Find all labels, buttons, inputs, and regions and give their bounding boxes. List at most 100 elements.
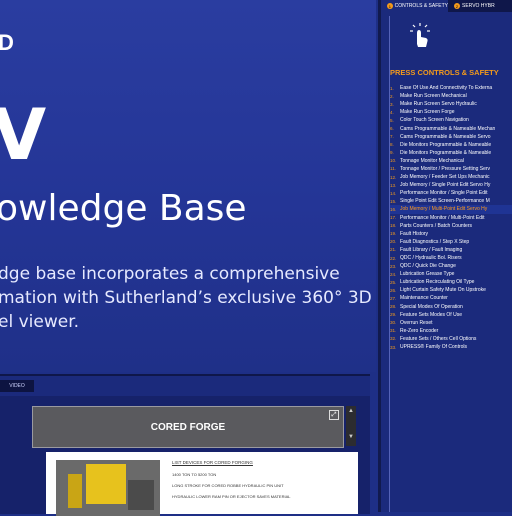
controls-list-item[interactable]: 1. Ease Of Use And Connectivity To Extern… (390, 84, 512, 92)
viewer-pane: CORED FORGE ⤢ ▲ ▼ LIST DEVICES FOR CORED… (0, 396, 370, 516)
list-item-number: 19. (390, 231, 397, 237)
controls-list-item[interactable]: 23. QDC / Quick Die Change (390, 262, 512, 270)
list-item-number: 2. (390, 93, 394, 99)
list-item-label: Fault History (400, 230, 429, 237)
hero-description-line: el viewer. (0, 312, 80, 332)
viewer-scrollbar[interactable]: ▲ ▼ (346, 406, 356, 446)
controls-list-item[interactable]: 33. UPRESS® Family Of Controls (390, 343, 512, 351)
list-item-label: Single Point Edit Screen-Performance M (400, 198, 490, 205)
controls-list-item[interactable]: 17. Performance Monitor / Multi-Point Edi… (390, 214, 512, 222)
controls-list-item[interactable]: 8. Die Monitors Programmable & Nameable (390, 141, 512, 149)
controls-list-item[interactable]: 18. Parts Counters / Batch Counters (390, 222, 512, 230)
list-item-number: 18. (390, 223, 397, 229)
controls-list-item[interactable]: 3. Make Run Screen Servo Hydraulic (390, 100, 512, 108)
list-item-label: Light Curtain Safety Mute On Upstroke (400, 287, 486, 294)
controls-list-item[interactable]: 21. Fault Library / Fault Imaging (390, 246, 512, 254)
list-item-label: Overrun Reset (400, 319, 433, 326)
list-item-number: 15. (390, 198, 397, 204)
scroll-down-icon[interactable]: ▼ (346, 432, 356, 442)
controls-list-item[interactable]: 25. Lubrication Recirculating Oil Type (390, 278, 512, 286)
list-item-label: Lubrication Recirculating Oil Type (400, 279, 475, 286)
controls-list-item[interactable]: 14. Performance Monitor / Single Point Ed… (390, 189, 512, 197)
viewer-tab[interactable]: VIDEO (0, 380, 34, 392)
controls-list-item[interactable]: 29. Feature Sets Modes Of Use (390, 311, 512, 319)
list-item-number: 1. (390, 85, 394, 91)
controls-list-item[interactable]: 30. Overrun Reset (390, 319, 512, 327)
list-item-label: Job Memory / Feeder Set Ups Mechanic (400, 174, 490, 181)
expand-icon[interactable]: ⤢ (329, 410, 339, 420)
scroll-up-icon[interactable]: ▲ (346, 406, 356, 416)
list-item-label: Cams Programmable & Nameable Servo (400, 133, 491, 140)
controls-list-item[interactable]: 13. Job Memory / Single Point Edit Servo … (390, 181, 512, 189)
controls-list-item[interactable]: 22. QDC / Hydraulic Bol. Risers (390, 254, 512, 262)
controls-list-item[interactable]: 24. Lubrication Grease Type (390, 270, 512, 278)
controls-list-item[interactable]: 31. Re-Zero Encoder (390, 327, 512, 335)
controls-list-item[interactable]: 4. Make Run Screen Forge (390, 108, 512, 116)
document-bullet: HYDRAULIC LOWER RAM PIN OR EJECTOR SAVES… (172, 494, 291, 499)
list-item-number: 23. (390, 263, 397, 269)
list-item-label: Performance Monitor / Single Point Edit (400, 190, 488, 197)
list-item-number: 30. (390, 320, 397, 326)
list-item-label: Maintenance Counter (400, 295, 448, 302)
document-bullet: 1400 TON TO 5200 TON (172, 472, 217, 477)
list-item-number: 25. (390, 279, 397, 285)
controls-list-item[interactable]: 26. Light Curtain Safety Mute On Upstroke (390, 286, 512, 294)
controls-list-item[interactable]: 11. Tonnage Monitor / Pressure Setting Se… (390, 165, 512, 173)
list-item-label: Fault Library / Fault Imaging (400, 246, 463, 253)
tab-label: CONTROLS & SAFETY (394, 3, 448, 9)
panel-tabs: 1 CONTROLS & SAFETY 2 SERVO HYBR (381, 0, 512, 12)
controls-list-item[interactable]: 7. Cams Programmable & Nameable Servo (390, 133, 512, 141)
tab-label: SERVO HYBR (462, 3, 495, 9)
hero-description: dge base incorporates a comprehensive ma… (0, 262, 376, 334)
list-item-number: 12. (390, 174, 397, 180)
tab-number-badge: 1 (387, 3, 393, 9)
controls-list-item[interactable]: 20. Fault Diagnostics / Step X Step (390, 238, 512, 246)
list-item-number: 4. (390, 109, 394, 115)
controls-list-item[interactable]: 12. Job Memory / Feeder Set Ups Mechanic (390, 173, 512, 181)
list-item-label: Feature Sets Modes Of Use (400, 311, 462, 318)
tab-number-badge: 2 (454, 3, 460, 9)
list-item-number: 17. (390, 215, 397, 221)
list-item-number: 28. (390, 304, 397, 310)
list-item-number: 22. (390, 255, 397, 261)
list-item-label: Die Monitors Programmable & Nameable (400, 149, 492, 156)
hero-section: D V owledge Base dge base incorporates a… (0, 0, 376, 372)
controls-panel: 1 CONTROLS & SAFETY 2 SERVO HYBR PRESS C… (378, 0, 512, 512)
controls-list-item[interactable]: 27. Maintenance Counter (390, 294, 512, 302)
tab-servo-hybrid[interactable]: 2 SERVO HYBR (448, 0, 512, 12)
viewer-section: VIDEO CORED FORGE ⤢ ▲ ▼ LIST DEVICES FOR… (0, 374, 370, 516)
controls-list-item[interactable]: 19. Fault History (390, 230, 512, 238)
document-preview: LIST DEVICES FOR CORED FORGING 1400 TON … (46, 452, 358, 516)
list-item-label: UPRESS® Family Of Controls (400, 344, 468, 351)
controls-list-item[interactable]: 5. Color Touch Screen Navigation (390, 116, 512, 124)
list-item-number: 11. (390, 166, 397, 172)
controls-list-item[interactable]: 15. Single Point Edit Screen-Performance … (390, 197, 512, 205)
panel-heading: PRESS CONTROLS & SAFETY (390, 68, 499, 77)
controls-list-item[interactable]: 6. Cams Programmable & Nameable Mechan (390, 124, 512, 132)
list-item-number: 6. (390, 126, 394, 132)
controls-list-item[interactable]: 2. Make Run Screen Mechanical (390, 92, 512, 100)
forge-press-image (56, 460, 160, 516)
controls-list-item[interactable]: 28. Special Modes Of Operation (390, 303, 512, 311)
controls-list-item[interactable]: 16. Job Memory / Multi-Point Edit Servo H… (390, 205, 512, 214)
hero-title: owledge Base (0, 188, 247, 229)
hero-description-line: mation with Sutherland’s exclusive 360° … (0, 288, 372, 308)
list-item-label: Make Run Screen Mechanical (400, 93, 467, 100)
document-bullet: LONG STROKE FOR CORED ROBBE HYDRAULIC PI… (172, 483, 284, 488)
controls-list: 1. Ease Of Use And Connectivity To Extern… (390, 84, 512, 351)
list-item-label: Parts Counters / Batch Counters (400, 222, 472, 229)
list-item-number: 29. (390, 312, 397, 318)
hero-description-line: dge base incorporates a comprehensive (0, 264, 340, 284)
list-item-label: Ease Of Use And Connectivity To Externa (400, 85, 493, 92)
list-item-number: 27. (390, 295, 397, 301)
list-item-label: Make Run Screen Forge (400, 109, 455, 116)
press-touch-icon (410, 23, 430, 47)
controls-list-item[interactable]: 32. Feature Sets / Others Cell Options (390, 335, 512, 343)
tab-controls-safety[interactable]: 1 CONTROLS & SAFETY (381, 0, 448, 12)
list-item-number: 33. (390, 344, 397, 350)
controls-list-item[interactable]: 9. Die Monitors Programmable & Nameable (390, 149, 512, 157)
list-item-label: Feature Sets / Others Cell Options (400, 335, 477, 342)
list-item-number: 24. (390, 271, 397, 277)
controls-list-item[interactable]: 10. Tonnage Monitor Mechanical (390, 157, 512, 165)
cored-forge-card[interactable]: CORED FORGE ⤢ (32, 406, 344, 448)
